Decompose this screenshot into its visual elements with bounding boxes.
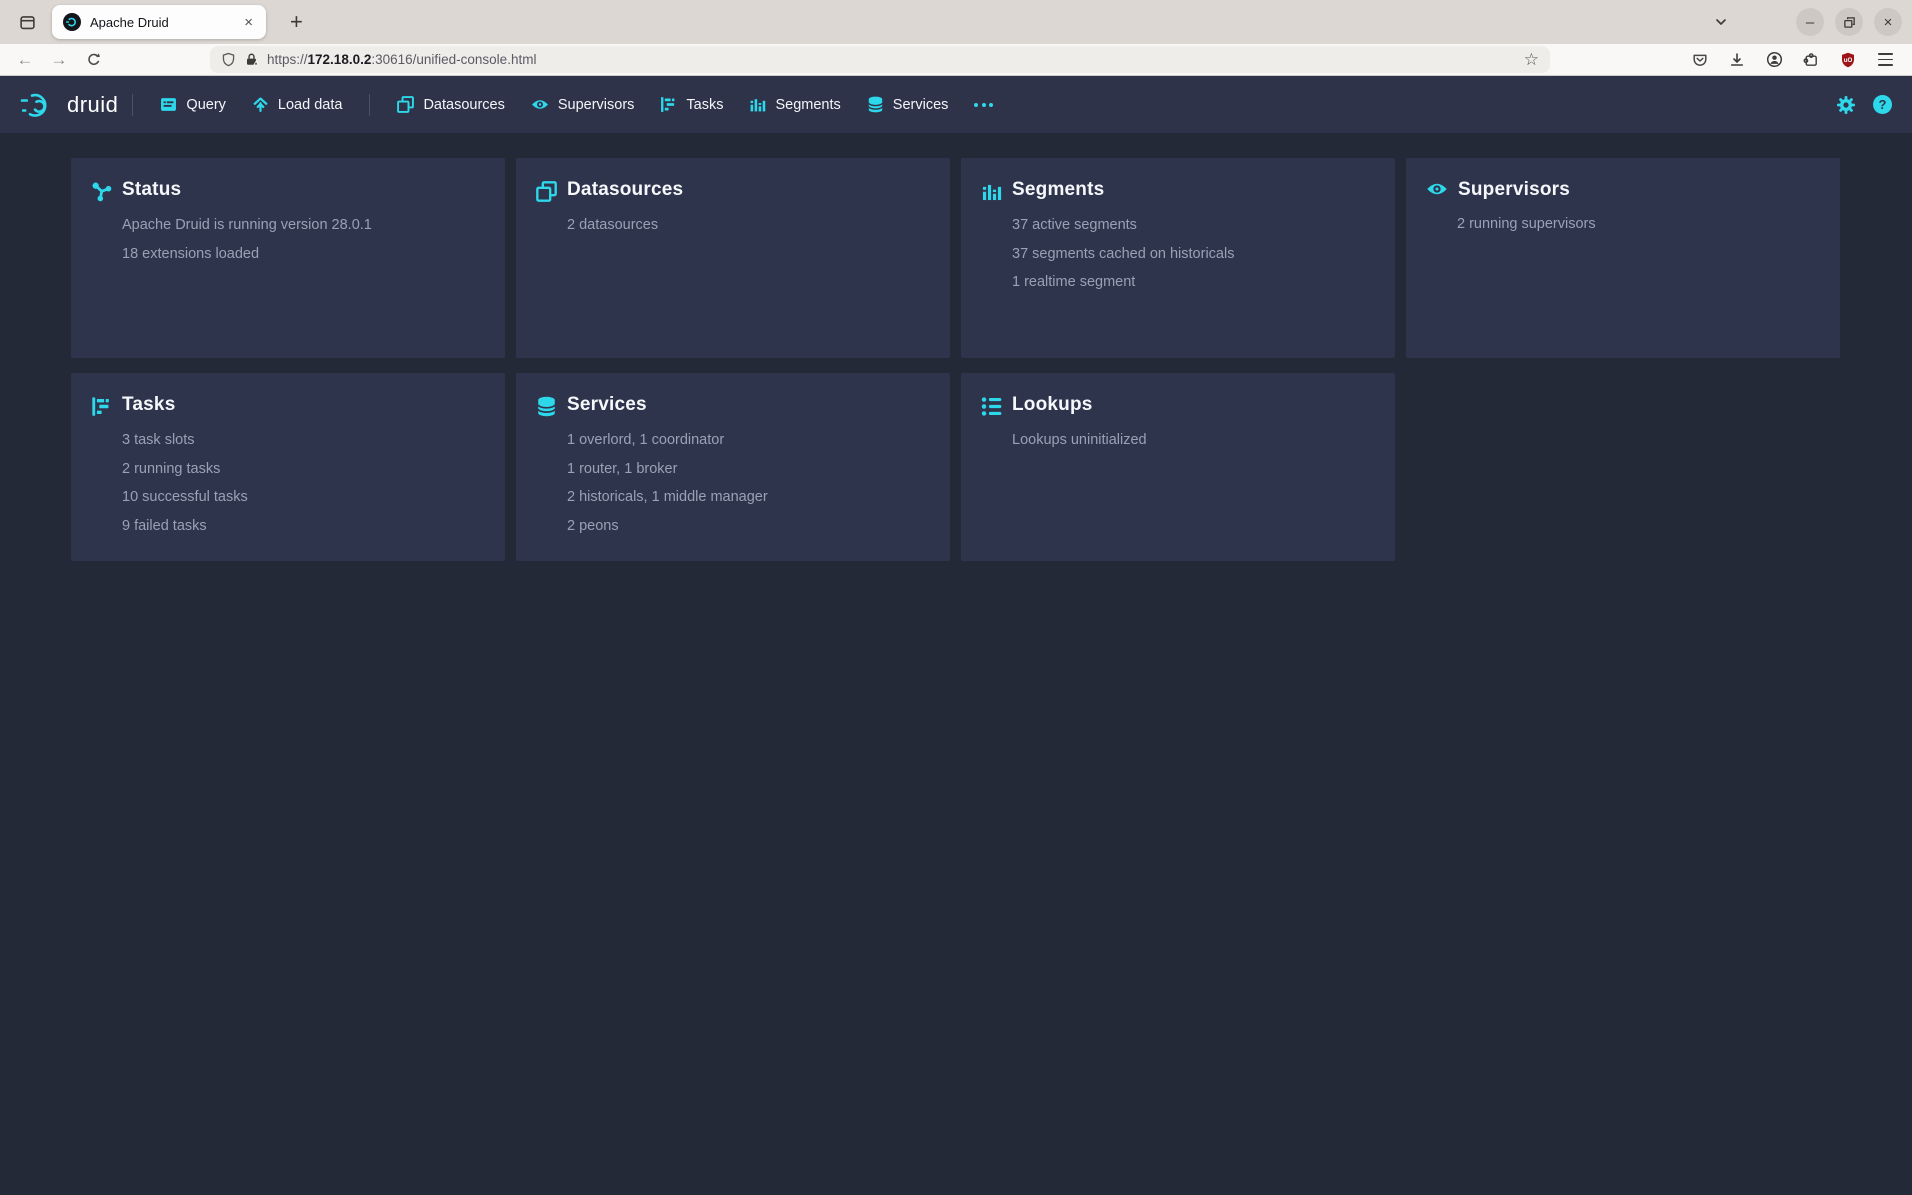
eye-icon — [1426, 181, 1448, 197]
card-line: Apache Druid is running version 28.0.1 — [122, 211, 485, 240]
firefox-view-icon[interactable] — [10, 5, 44, 39]
card-title: Segments — [1012, 179, 1104, 201]
query-icon — [160, 96, 177, 113]
ublock-origin-icon[interactable]: uO — [1837, 49, 1859, 71]
gantt-icon — [91, 396, 112, 417]
datasources-card[interactable]: Datasources 2 datasources — [516, 158, 950, 358]
navbar-divider — [369, 94, 370, 116]
menu-hamburger-icon[interactable] — [1874, 49, 1896, 71]
list-tabs-chevron-icon[interactable] — [1713, 14, 1729, 30]
card-line: 3 task slots — [122, 426, 485, 455]
layers-icon — [397, 96, 414, 113]
list-icon — [981, 396, 1002, 417]
card-line: 2 peons — [567, 512, 930, 541]
shield-icon[interactable] — [221, 52, 236, 67]
druid-navbar: druid Query Load data Datasources — [0, 76, 1912, 133]
cards-grid: Status Apache Druid is running version 2… — [71, 158, 1841, 561]
account-icon[interactable] — [1763, 49, 1785, 71]
tasks-card[interactable]: Tasks 3 task slots 2 running tasks 10 su… — [71, 373, 505, 561]
card-line: 37 active segments — [1012, 211, 1375, 240]
card-line: 9 failed tasks — [122, 512, 485, 541]
services-card[interactable]: Services 1 overlord, 1 coordinator 1 rou… — [516, 373, 950, 561]
reload-icon[interactable] — [76, 52, 110, 67]
card-title: Services — [567, 394, 647, 416]
supervisors-card[interactable]: Supervisors 2 running supervisors — [1406, 158, 1840, 358]
eye-icon — [531, 98, 549, 111]
bookmark-star-icon[interactable]: ☆ — [1524, 51, 1539, 68]
layers-icon — [536, 181, 557, 202]
tab-title: Apache Druid — [90, 15, 239, 30]
card-line: 2 historicals, 1 middle manager — [567, 483, 930, 512]
druid-logo[interactable]: druid — [18, 90, 118, 120]
card-line: 18 extensions loaded — [122, 240, 485, 269]
new-tab-button[interactable]: + — [282, 9, 311, 35]
card-title: Supervisors — [1458, 179, 1570, 201]
nav-item-label: Services — [893, 97, 949, 113]
window-restore-button[interactable] — [1835, 8, 1863, 36]
url-scheme: https:// — [267, 52, 308, 67]
card-line: 2 datasources — [567, 211, 930, 240]
brand-name: druid — [67, 92, 118, 118]
gantt-icon — [660, 96, 677, 113]
bar-chart-icon — [981, 181, 1002, 202]
navbar-right: ? — [1836, 95, 1892, 115]
nav-item-label: Segments — [775, 97, 840, 113]
url-bar[interactable]: https://172.18.0.2:30616/unified-console… — [210, 46, 1550, 73]
nav-item-tasks[interactable]: Tasks — [647, 76, 736, 133]
url-host: 172.18.0.2 — [308, 52, 372, 67]
database-icon — [867, 96, 884, 113]
database-icon — [536, 396, 557, 417]
card-line: 1 router, 1 broker — [567, 455, 930, 484]
nav-item-query[interactable]: Query — [147, 76, 239, 133]
nav-item-segments[interactable]: Segments — [736, 76, 853, 133]
browser-tab-bar: Apache Druid × + – × — [0, 0, 1912, 44]
url-path: :30616/unified-console.html — [371, 52, 536, 67]
nav-item-services[interactable]: Services — [854, 76, 962, 133]
nav-item-supervisors[interactable]: Supervisors — [518, 76, 648, 133]
card-line: 1 realtime segment — [1012, 268, 1375, 297]
card-line: 2 running tasks — [122, 455, 485, 484]
druid-favicon — [63, 13, 81, 31]
card-title: Datasources — [567, 179, 683, 201]
pocket-icon[interactable] — [1689, 49, 1711, 71]
browser-toolbar: ← → https://172.18.0.2:30616/unified-con… — [0, 44, 1912, 76]
lock-warning-icon[interactable] — [244, 52, 259, 67]
gear-icon[interactable] — [1836, 95, 1856, 115]
card-title: Tasks — [122, 394, 175, 416]
help-icon[interactable]: ? — [1873, 95, 1892, 114]
bar-chart-icon — [749, 96, 766, 113]
toolbar-right-icons: uO — [1689, 49, 1896, 71]
more-menu-icon[interactable] — [961, 76, 1006, 133]
downloads-icon[interactable] — [1726, 49, 1748, 71]
browser-tab[interactable]: Apache Druid × — [52, 5, 266, 39]
nav-item-label: Supervisors — [558, 97, 635, 113]
nav-item-label: Tasks — [686, 97, 723, 113]
nav-item-datasources[interactable]: Datasources — [384, 76, 517, 133]
back-icon[interactable]: ← — [8, 50, 42, 70]
card-title: Status — [122, 179, 181, 201]
graph-icon — [91, 181, 112, 202]
svg-text:uO: uO — [1844, 57, 1853, 64]
navbar-divider — [132, 94, 133, 116]
nav-item-load-data[interactable]: Load data — [239, 76, 356, 133]
home-view: Status Apache Druid is running version 2… — [0, 133, 1912, 561]
card-line: 2 running supervisors — [1457, 210, 1820, 239]
tab-close-icon[interactable]: × — [239, 13, 258, 32]
window-close-button[interactable]: × — [1874, 8, 1902, 36]
upload-icon — [252, 96, 269, 113]
card-title: Lookups — [1012, 394, 1093, 416]
nav-item-label: Query — [186, 97, 226, 113]
lookups-card[interactable]: Lookups Lookups uninitialized — [961, 373, 1395, 561]
status-card[interactable]: Status Apache Druid is running version 2… — [71, 158, 505, 358]
card-line: Lookups uninitialized — [1012, 426, 1375, 455]
nav-item-label: Load data — [278, 97, 343, 113]
card-line: 37 segments cached on historicals — [1012, 240, 1375, 269]
card-line: 10 successful tasks — [122, 483, 485, 512]
nav-item-label: Datasources — [423, 97, 504, 113]
segments-card[interactable]: Segments 37 active segments 37 segments … — [961, 158, 1395, 358]
window-minimize-button[interactable]: – — [1796, 8, 1824, 36]
forward-icon[interactable]: → — [42, 50, 76, 70]
extensions-puzzle-icon[interactable] — [1800, 49, 1822, 71]
card-line: 1 overlord, 1 coordinator — [567, 426, 930, 455]
